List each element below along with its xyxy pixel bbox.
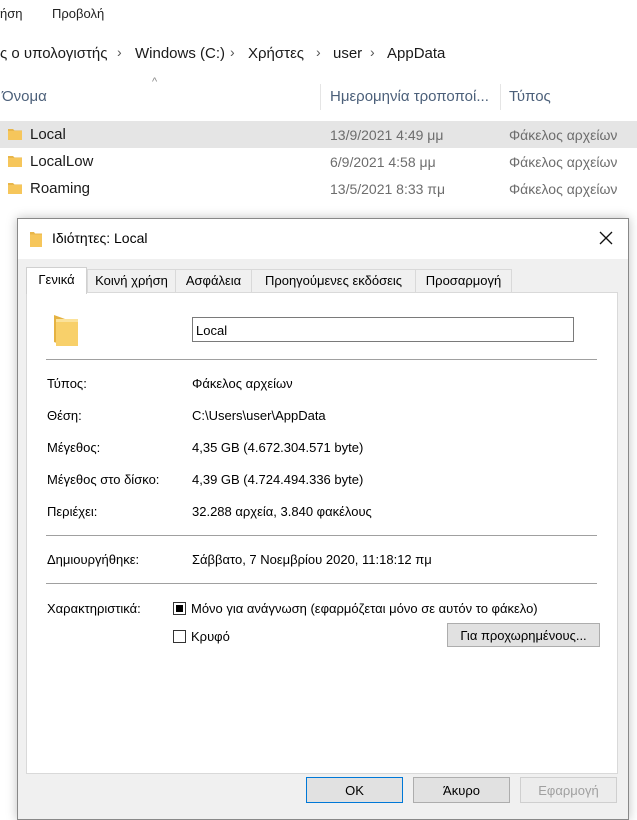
file-type: Φάκελος αρχείων [509,154,618,170]
close-icon[interactable] [584,219,628,259]
ribbon-tab-share[interactable]: ήση [0,6,22,21]
hidden-checkbox[interactable] [173,630,186,643]
folder-icon [30,232,42,247]
tab-security[interactable]: Ασφάλεια [175,269,252,292]
breadcrumb-windows-c[interactable]: Windows (C:) [135,45,225,62]
column-header-row: ^ Όνομα Ημερομηνία τροποποί... Τύπος [0,76,637,114]
hidden-label[interactable]: Κρυφό [191,629,230,644]
type-label: Τύπος: [47,376,87,391]
ok-button[interactable]: OK [306,777,403,803]
file-date: 13/5/2021 8:33 πμ [330,181,446,197]
file-type: Φάκελος αρχείων [509,127,618,143]
attributes-label: Χαρακτηριστικά: [47,601,141,616]
folder-icon [8,129,22,140]
readonly-checkbox[interactable] [173,602,186,615]
file-name: Roaming [30,180,91,197]
advanced-button[interactable]: Για προχωρημένους... [447,623,600,647]
file-row-local[interactable]: Local 13/9/2021 4:49 μμ Φάκελος αρχείων [0,121,637,148]
readonly-label[interactable]: Μόνο για ανάγνωση (εφαρμόζεται μόνο σε α… [191,601,538,616]
created-value: Σάββατο, 7 Νοεμβρίου 2020, 11:18:12 πμ [192,552,432,567]
contains-value: 32.288 αρχεία, 3.840 φακέλους [192,504,372,519]
chevron-right-icon[interactable]: › [230,44,235,60]
column-type[interactable]: Τύπος [509,88,551,105]
divider [46,535,597,536]
size-on-disk-label: Μέγεθος στο δίσκο: [47,472,160,487]
breadcrumb-appdata[interactable]: AppData [387,45,445,62]
file-row-roaming[interactable]: Roaming 13/5/2021 8:33 πμ Φάκελος αρχείω… [0,175,637,202]
general-tab-page: Local Τύπος: Φάκελος αρχείων Θέση: C:\Us… [26,292,618,774]
dialog-title: Ιδιότητες: Local [52,230,148,246]
location-label: Θέση: [47,408,82,423]
ribbon: ήση Προβολή [0,0,637,30]
folder-icon [8,156,22,167]
column-name[interactable]: Όνομα [2,88,47,105]
address-bar[interactable]: ς ο υπολογιστής › Windows (C:) › Χρήστες… [0,36,637,70]
size-label: Μέγεθος: [47,440,101,455]
type-value: Φάκελος αρχείων [192,376,293,391]
file-name: Local [30,126,66,143]
size-on-disk-value: 4,39 GB (4.724.494.336 byte) [192,472,364,487]
breadcrumb-users[interactable]: Χρήστες [248,45,304,62]
location-value: C:\Users\user\AppData [192,408,326,423]
breadcrumb-user[interactable]: user [333,45,362,62]
column-date-modified[interactable]: Ημερομηνία τροποποί... [330,88,489,105]
chevron-right-icon[interactable]: › [117,44,122,60]
tab-general[interactable]: Γενικά [26,267,87,294]
breadcrumb-this-pc[interactable]: ς ο υπολογιστής [0,45,108,62]
tab-previous-versions[interactable]: Προηγούμενες εκδόσεις [251,269,416,292]
file-type: Φάκελος αρχείων [509,181,618,197]
folder-icon [8,183,22,194]
dialog-titlebar[interactable]: Ιδιότητες: Local [18,219,628,259]
folder-icon [54,315,78,346]
ribbon-tab-view[interactable]: Προβολή [52,6,104,21]
tab-customize[interactable]: Προσαρμογή [415,269,512,292]
file-date: 6/9/2021 4:58 μμ [330,154,436,170]
column-divider[interactable] [500,84,501,110]
divider [46,583,597,584]
tab-sharing[interactable]: Κοινή χρήση [87,269,176,292]
contains-label: Περιέχει: [47,504,98,519]
file-date: 13/9/2021 4:49 μμ [330,127,444,143]
folder-name-input[interactable]: Local [192,317,574,342]
divider [46,359,597,360]
file-name: LocalLow [30,153,94,170]
created-label: Δημιουργήθηκε: [47,552,140,567]
sort-ascending-icon: ^ [152,76,158,88]
file-row-locallow[interactable]: LocalLow 6/9/2021 4:58 μμ Φάκελος αρχείω… [0,148,637,175]
chevron-right-icon[interactable]: › [370,44,375,60]
cancel-button[interactable]: Άκυρο [413,777,510,803]
column-divider[interactable] [320,84,321,110]
apply-button[interactable]: Εφαρμογή [520,777,617,803]
properties-dialog: Ιδιότητες: Local Γενικά Κοινή χρήση Ασφά… [17,218,629,820]
size-value: 4,35 GB (4.672.304.571 byte) [192,440,364,455]
chevron-right-icon[interactable]: › [316,44,321,60]
